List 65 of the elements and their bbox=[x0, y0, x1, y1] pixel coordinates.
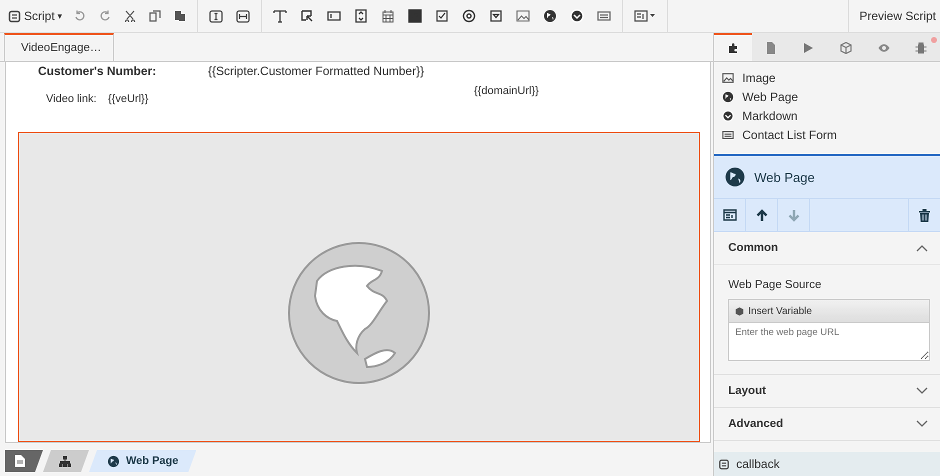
cube-icon bbox=[840, 42, 852, 54]
image-icon bbox=[722, 72, 734, 84]
radio-icon[interactable] bbox=[462, 9, 476, 23]
hierarchy-crumb[interactable] bbox=[43, 450, 89, 472]
caret-icon: ▾ bbox=[58, 11, 63, 21]
web-page-crumb[interactable]: Web Page bbox=[89, 450, 196, 472]
toolbox-item[interactable]: Image bbox=[722, 71, 932, 85]
section-header[interactable]: Layout bbox=[714, 375, 940, 407]
pointer-icon[interactable] bbox=[300, 9, 314, 23]
section-header[interactable]: Advanced bbox=[714, 408, 940, 440]
hierarchy-icon bbox=[59, 456, 71, 466]
chevron-down-icon bbox=[916, 420, 928, 428]
layout-icon bbox=[722, 209, 737, 221]
url-input-field[interactable]: Enter the web page URL bbox=[728, 323, 930, 361]
toolbox-item[interactable]: Markdown bbox=[722, 109, 932, 123]
divider-icon[interactable] bbox=[236, 10, 250, 22]
chevron-down-icon bbox=[916, 387, 928, 395]
preview-script-button[interactable]: Preview Script bbox=[848, 0, 940, 32]
redo-icon[interactable] bbox=[98, 10, 111, 22]
text-field-icon[interactable] bbox=[208, 10, 223, 22]
text-icon[interactable] bbox=[272, 9, 287, 23]
script-icon bbox=[8, 10, 21, 22]
toolbox-item[interactable]: Contact List Form bbox=[722, 128, 932, 142]
variable-text: {{Scripter.Customer Formatted Number}} bbox=[208, 64, 424, 80]
chevron-up-icon bbox=[916, 244, 928, 252]
script-icon bbox=[718, 458, 730, 470]
script-menu[interactable]: Script ▾ bbox=[8, 9, 63, 23]
arrow-down-icon bbox=[788, 208, 800, 222]
bug-tab[interactable] bbox=[902, 33, 940, 61]
input-icon[interactable] bbox=[326, 9, 341, 23]
copy-icon[interactable] bbox=[148, 10, 161, 22]
page-icon bbox=[764, 42, 777, 54]
trash-icon bbox=[919, 208, 930, 222]
undo-icon[interactable] bbox=[74, 10, 86, 22]
section-header[interactable]: Common bbox=[714, 232, 940, 264]
variable-text: {{domainUrl}} bbox=[474, 85, 539, 98]
play-icon bbox=[802, 42, 814, 54]
cut-icon[interactable] bbox=[124, 10, 136, 22]
arrow-up-icon bbox=[756, 208, 768, 222]
field-label: Video link: bbox=[46, 93, 98, 108]
spinner-icon[interactable] bbox=[354, 9, 368, 23]
puzzle-icon bbox=[727, 42, 740, 54]
form-icon bbox=[722, 129, 734, 141]
variable-text: {{veUrl}} bbox=[108, 93, 148, 108]
field-label: Customer's Number: bbox=[38, 64, 158, 80]
calendar-icon[interactable] bbox=[380, 9, 395, 23]
chevron-icon[interactable] bbox=[570, 9, 584, 23]
component-title: Web Page bbox=[754, 170, 815, 184]
dropdown-icon[interactable] bbox=[488, 9, 503, 23]
page-icon bbox=[15, 455, 25, 467]
layout-menu-icon[interactable] bbox=[634, 10, 656, 22]
cube-icon bbox=[735, 306, 744, 316]
insert-variable-button[interactable]: Insert Variable bbox=[728, 299, 930, 323]
document-tab[interactable]: VideoEngage… bbox=[4, 33, 114, 61]
checkbox-icon[interactable] bbox=[434, 9, 449, 23]
form-icon[interactable] bbox=[596, 9, 611, 23]
field-label: Web Page Source bbox=[728, 279, 822, 291]
page-crumb[interactable] bbox=[5, 450, 43, 472]
eye-icon bbox=[878, 42, 890, 54]
chevron-icon bbox=[722, 110, 734, 122]
bug-icon bbox=[915, 42, 928, 54]
status-text: callback bbox=[736, 457, 780, 471]
image-icon[interactable] bbox=[516, 9, 530, 23]
toolbox-item[interactable]: Web Page bbox=[722, 90, 932, 104]
paste-icon[interactable] bbox=[174, 10, 186, 22]
